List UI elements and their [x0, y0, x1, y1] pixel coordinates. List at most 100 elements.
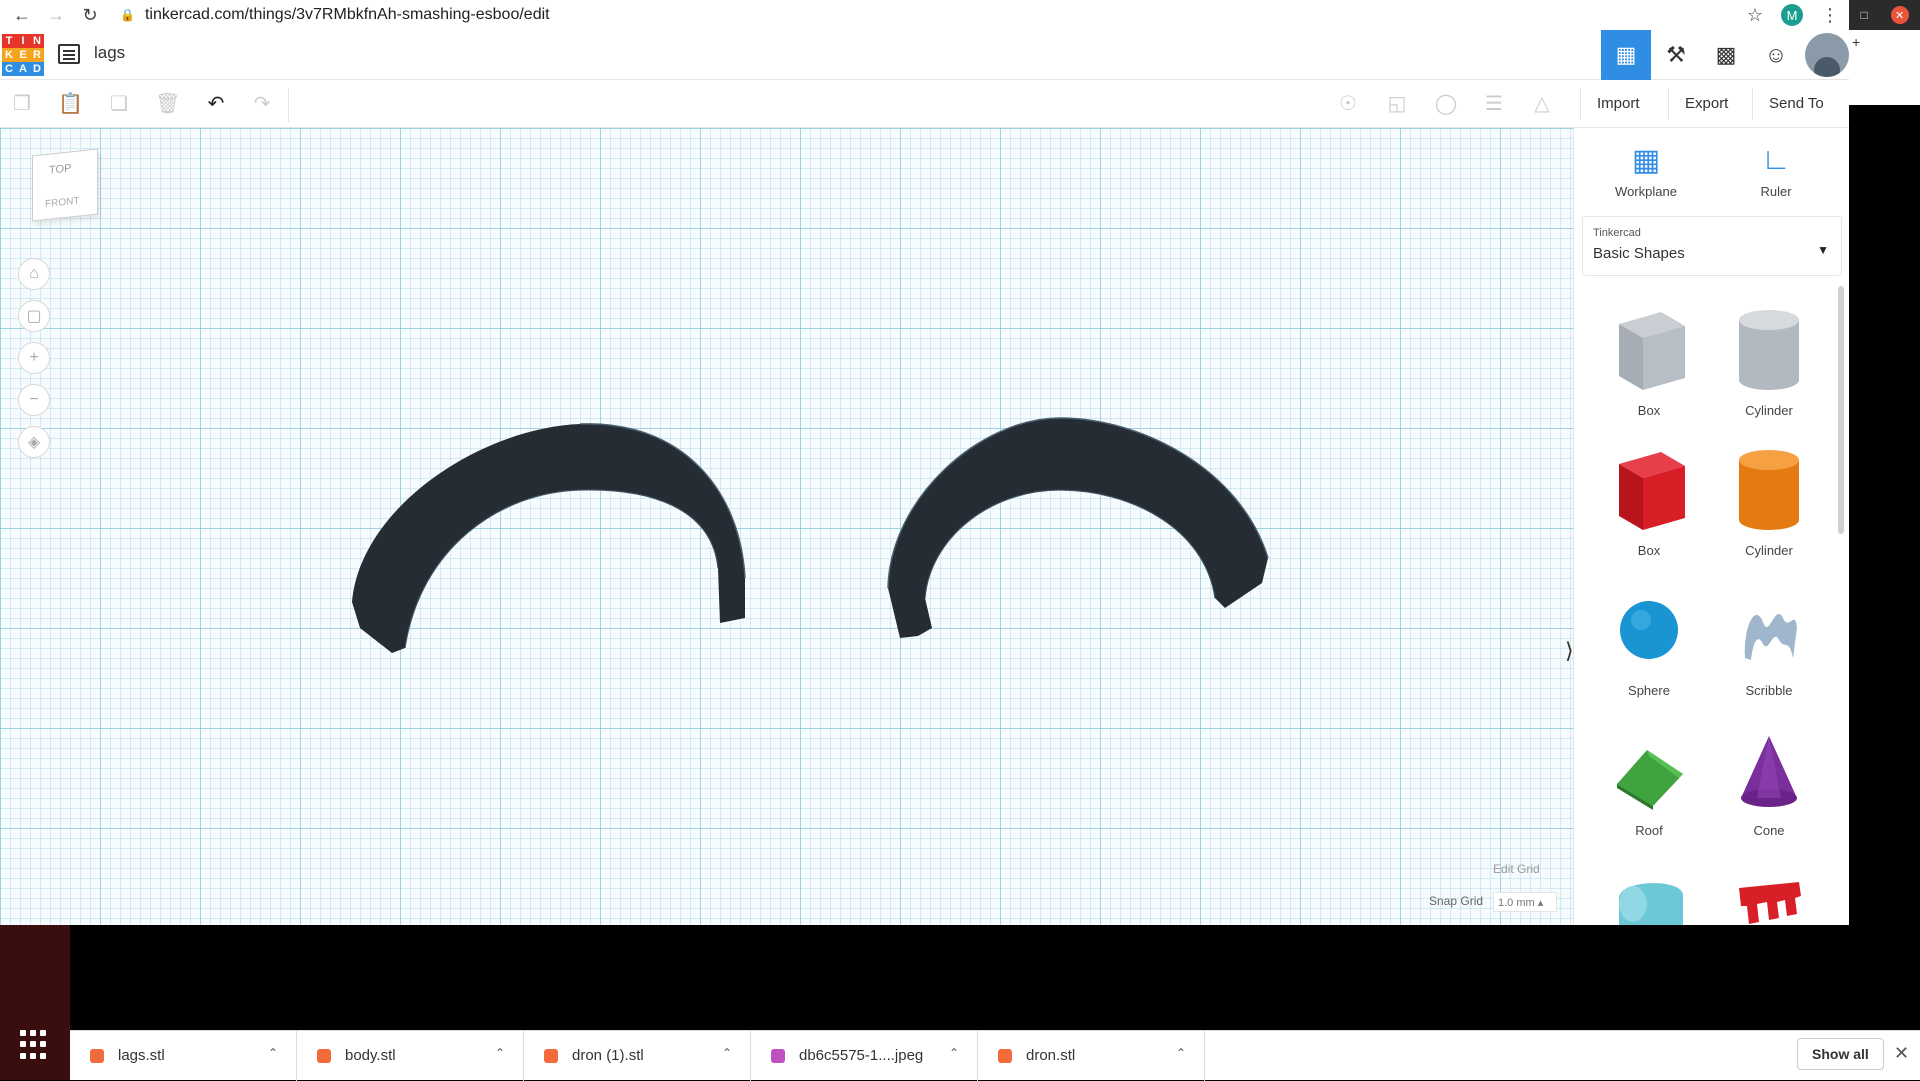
shape-label: Box: [1637, 403, 1661, 418]
os-launcher: [0, 925, 70, 1080]
workplane-tool-label: Workplane: [1615, 184, 1677, 199]
file-icon: [998, 1048, 1012, 1063]
undo-icon[interactable]: ↶: [204, 92, 228, 116]
export-button[interactable]: Export: [1668, 88, 1744, 120]
download-item[interactable]: lags.stl ⌃: [70, 1030, 297, 1081]
tinkercad-logo[interactable]: T I N K E R C A D: [2, 34, 44, 76]
address-bar[interactable]: 🔒 tinkercad.com/things/3v7RMbkfnAh-smash…: [120, 6, 1747, 24]
shape-library-dropdown[interactable]: Tinkercad Basic Shapes ▼: [1582, 216, 1842, 276]
shapes-panel: ▦ Workplane ∟ Ruler Tinkercad Basic Shap…: [1573, 128, 1849, 925]
workplane-tool[interactable]: ▦ Workplane: [1596, 138, 1696, 200]
shape-cone[interactable]: Cone: [1714, 728, 1824, 838]
shape-label: Cylinder: [1745, 543, 1793, 558]
redo-icon[interactable]: ↷: [250, 92, 274, 116]
close-icon[interactable]: ✕: [1894, 1043, 1909, 1064]
logo-letter: N: [30, 34, 44, 48]
forward-arrow-icon[interactable]: →: [44, 3, 68, 27]
chevron-up-icon[interactable]: ⌃: [949, 1046, 959, 1060]
shape-label: Roof: [1635, 823, 1663, 838]
bricks-icon[interactable]: ▩: [1701, 30, 1751, 80]
workplane-icon: ▦: [1631, 143, 1661, 177]
left-arc-shape[interactable]: [352, 423, 746, 653]
ruler-tool[interactable]: ∟ Ruler: [1726, 138, 1826, 199]
shape-box-hole[interactable]: Box: [1594, 306, 1704, 418]
mirror-icon[interactable]: △: [1530, 92, 1554, 116]
logo-letter: E: [16, 48, 30, 62]
design-title[interactable]: lags: [94, 43, 125, 63]
app-header: T I N K E R C A D lags ▦ ⚒ ▩ ☺: [0, 30, 1849, 80]
shape-label: Sphere: [1628, 683, 1670, 698]
lightbulb-icon[interactable]: ☉: [1336, 92, 1360, 116]
panel-collapse-icon[interactable]: ⟩: [1565, 638, 1573, 664]
group-icon[interactable]: ◱: [1385, 92, 1409, 116]
ruler-tool-label: Ruler: [1760, 184, 1792, 199]
chevron-up-icon[interactable]: ⌃: [268, 1046, 278, 1060]
cylinder-orange-icon: [1739, 450, 1799, 530]
shape-round-roof[interactable]: [1594, 868, 1704, 925]
bookmark-star-icon[interactable]: ☆: [1747, 5, 1763, 26]
download-item[interactable]: body.stl ⌃: [297, 1030, 524, 1081]
shape-roof[interactable]: Roof: [1594, 728, 1704, 838]
restore-icon[interactable]: □: [1860, 8, 1867, 22]
back-arrow-icon[interactable]: ←: [10, 3, 34, 27]
snap-grid-select[interactable]: 1.0 mm ▴: [1493, 892, 1557, 912]
shape-box[interactable]: Box: [1594, 446, 1704, 558]
pickaxe-icon[interactable]: ⚒: [1651, 30, 1701, 80]
import-button[interactable]: Import: [1580, 88, 1656, 120]
shape-cylinder-hole[interactable]: Cylinder: [1714, 306, 1824, 418]
reload-icon[interactable]: ↻: [78, 3, 102, 27]
chevron-up-icon[interactable]: ⌃: [495, 1046, 505, 1060]
copy-icon[interactable]: ❐: [10, 92, 34, 116]
add-user-icon[interactable]: ☺: [1751, 30, 1801, 80]
profile-avatar[interactable]: M: [1781, 4, 1803, 26]
cone-icon: [1741, 736, 1797, 807]
logo-letter: I: [16, 34, 30, 48]
desktop-background: [0, 925, 1920, 1030]
logo-letter: C: [2, 62, 16, 76]
ungroup-icon[interactable]: ◯: [1434, 92, 1458, 116]
shape-cylinder[interactable]: Cylinder: [1714, 446, 1824, 558]
send-to-button[interactable]: Send To: [1752, 88, 1840, 120]
paste-icon[interactable]: 📋: [58, 92, 83, 116]
browser-menu-icon[interactable]: ⋮: [1821, 5, 1839, 26]
chevron-up-icon[interactable]: ⌃: [722, 1046, 732, 1060]
shape-scribble[interactable]: Scribble: [1714, 588, 1824, 698]
align-icon[interactable]: ☰: [1482, 92, 1506, 116]
panel-scrollbar[interactable]: [1838, 286, 1844, 534]
logo-letter: R: [30, 48, 44, 62]
box-hole-icon: [1619, 312, 1685, 390]
workplane-canvas[interactable]: TOP FRONT ⌂ ▢ + − ◈ Edit Grid Snap Grid …: [0, 128, 1573, 925]
shape-label: Cone: [1753, 823, 1785, 838]
3d-design-view-icon[interactable]: ▦: [1601, 30, 1651, 80]
right-arc-shape[interactable]: [887, 417, 1269, 638]
image-file-icon: [771, 1048, 785, 1063]
duplicate-icon[interactable]: ❏: [107, 92, 131, 116]
cylinder-hole-icon: [1739, 310, 1799, 390]
design-list-icon[interactable]: [58, 44, 80, 64]
scribble-icon: [1744, 613, 1797, 660]
user-avatar[interactable]: [1805, 33, 1849, 77]
download-item[interactable]: db6c5575-1....jpeg ⌃: [751, 1030, 978, 1081]
url-text: tinkercad.com/things/3v7RMbkfnAh-smashin…: [144, 6, 550, 23]
file-icon: [544, 1048, 558, 1063]
logo-letter: K: [2, 48, 16, 62]
new-tab-icon[interactable]: +: [1849, 30, 1920, 105]
download-name: dron (1).stl: [572, 1047, 644, 1064]
shape-sphere[interactable]: Sphere: [1594, 588, 1704, 698]
chevron-up-icon[interactable]: ⌃: [1176, 1046, 1186, 1060]
box-red-icon: [1619, 452, 1685, 530]
trash-icon[interactable]: 🗑: [155, 92, 180, 116]
app-grid-icon[interactable]: [20, 1030, 50, 1060]
shape-label: Scribble: [1745, 683, 1793, 698]
close-icon[interactable]: ✕: [1890, 6, 1909, 24]
os-window-controls: □ ✕: [1849, 0, 1920, 30]
show-all-button[interactable]: Show all: [1797, 1038, 1884, 1070]
file-icon: [90, 1048, 104, 1063]
logo-letter: A: [16, 62, 30, 76]
design-shapes: [352, 417, 1269, 653]
download-item[interactable]: dron.stl ⌃: [978, 1030, 1205, 1081]
edit-grid-button[interactable]: Edit Grid: [1493, 862, 1540, 876]
shape-text[interactable]: [1714, 868, 1824, 925]
download-name: db6c5575-1....jpeg: [799, 1047, 924, 1064]
download-item[interactable]: dron (1).stl ⌃: [524, 1030, 751, 1081]
